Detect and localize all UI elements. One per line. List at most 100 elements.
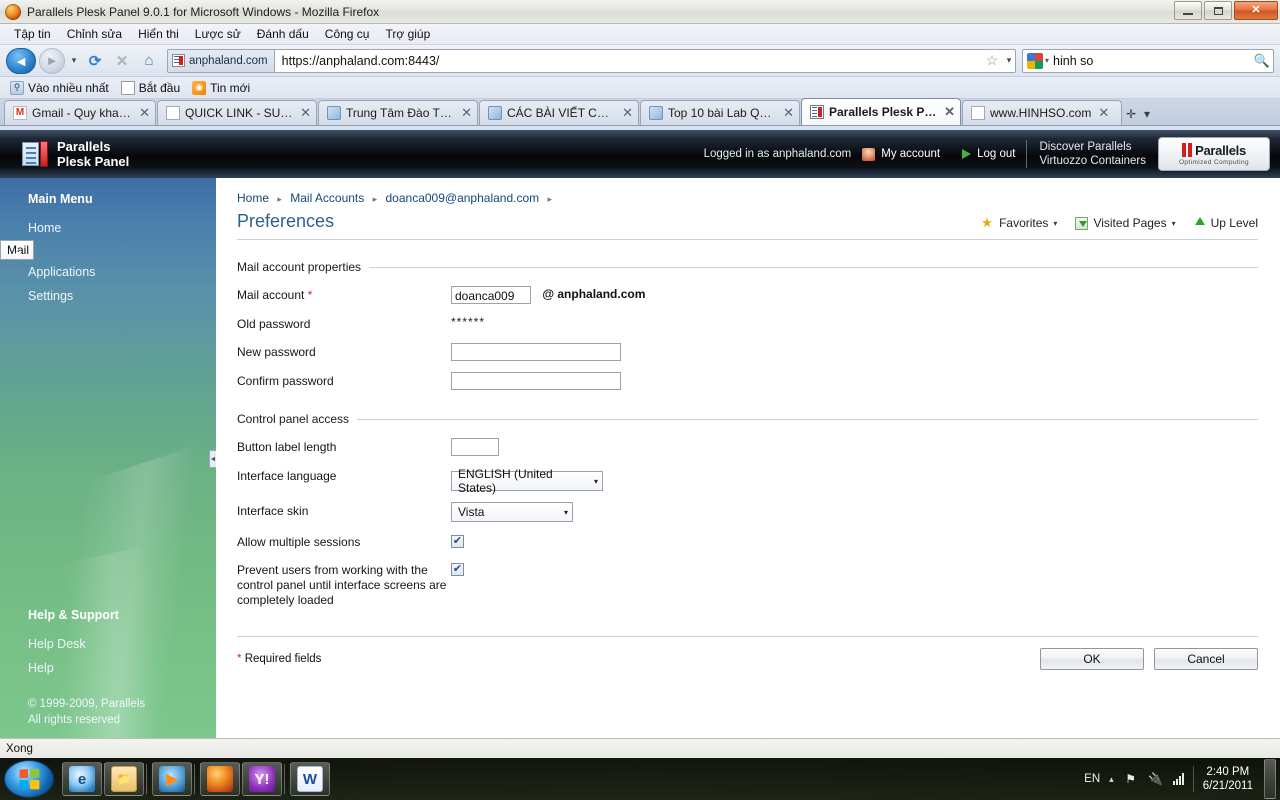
address-bar[interactable]: anphaland.com https://anphaland.com:8443… bbox=[167, 48, 1016, 73]
back-button[interactable]: ◄ bbox=[6, 47, 36, 74]
plesk-logo-icon bbox=[22, 141, 48, 167]
tab-close-icon[interactable]: ✕ bbox=[459, 105, 472, 121]
sidebar-item-applications[interactable]: Applications bbox=[0, 260, 216, 284]
language-indicator[interactable]: EN bbox=[1084, 773, 1100, 785]
tab-list-icon[interactable]: ▾ bbox=[1139, 107, 1155, 121]
signal-bars-icon[interactable] bbox=[1172, 773, 1184, 785]
prevent-users-checkbox[interactable]: ✔ bbox=[451, 563, 464, 576]
maximize-button[interactable] bbox=[1204, 1, 1232, 20]
firefox-logo-icon bbox=[5, 3, 21, 20]
bookmark-getting-started[interactable]: Bắt đầu bbox=[116, 80, 185, 96]
sidebar-item-settings[interactable]: Settings bbox=[0, 284, 216, 308]
interface-language-select[interactable]: ENGLISH (United States) ▾ bbox=[451, 467, 603, 495]
show-desktop-button[interactable] bbox=[1264, 759, 1276, 799]
plesk-icon bbox=[810, 105, 824, 119]
bookmark-most-visited[interactable]: ⚲ Vào nhiều nhất bbox=[5, 80, 114, 96]
tab-parallels-plesk-panel[interactable]: Parallels Plesk Panel... ✕ bbox=[801, 98, 961, 125]
taskbar-windows-explorer[interactable]: 📁 bbox=[104, 762, 144, 796]
up-level-button[interactable]: Up Level bbox=[1194, 216, 1258, 230]
field-prevent-users: Prevent users from working with the cont… bbox=[237, 561, 1258, 608]
chevron-down-icon: ▾ bbox=[593, 476, 598, 486]
power-icon[interactable]: 🔌 bbox=[1148, 771, 1164, 787]
field-mail-account: Mail account * doanca009 @ anphaland.com bbox=[237, 286, 1258, 304]
sidebar-item-help[interactable]: Help bbox=[0, 656, 216, 680]
page-header: Preferences ★ Favorites ▾ Visited Pages … bbox=[237, 211, 1258, 240]
minimize-button[interactable] bbox=[1174, 1, 1202, 20]
blue-page-icon bbox=[327, 106, 341, 120]
breadcrumb-mail-accounts[interactable]: Mail Accounts bbox=[290, 191, 364, 205]
mail-account-input[interactable]: doanca009 bbox=[451, 286, 531, 304]
menu-bookmarks[interactable]: Đánh dấu bbox=[249, 25, 317, 43]
search-input[interactable]: hinh so bbox=[1053, 54, 1251, 68]
home-icon[interactable]: ⌂ bbox=[137, 49, 161, 73]
tab-close-icon[interactable]: ✕ bbox=[942, 104, 955, 120]
breadcrumb-home[interactable]: Home bbox=[237, 191, 269, 205]
visited-pages-button[interactable]: Visited Pages ▾ bbox=[1075, 216, 1176, 230]
new-tab-icon[interactable]: ✛ bbox=[1123, 107, 1139, 121]
sidebar-item-mail[interactable]: Mail bbox=[0, 240, 35, 260]
search-bar[interactable]: ▾ hinh so 🔍 bbox=[1022, 48, 1274, 73]
close-window-button[interactable]: ✕ bbox=[1234, 1, 1278, 20]
ok-button[interactable]: OK bbox=[1040, 648, 1144, 670]
menu-help[interactable]: Trợ giúp bbox=[377, 25, 438, 43]
clock[interactable]: 2:40 PM 6/21/2011 bbox=[1203, 765, 1253, 793]
tab-close-icon[interactable]: ✕ bbox=[137, 105, 150, 121]
tab-cac-bai-viet[interactable]: CÁC BÀI VIẾT CÓ GIÁ... ✕ bbox=[479, 100, 639, 125]
field-interface-language: Interface language ENGLISH (United State… bbox=[237, 467, 1258, 495]
network-error-icon[interactable]: ⚑ bbox=[1123, 771, 1139, 787]
sidebar-collapse-handle[interactable]: ◄ bbox=[209, 450, 216, 468]
tab-close-icon[interactable]: ✕ bbox=[298, 105, 311, 121]
address-dropdown-icon[interactable]: ▾ bbox=[1003, 55, 1015, 66]
menu-view[interactable]: Hiển thi bbox=[130, 25, 187, 43]
up-level-label: Up Level bbox=[1210, 216, 1258, 230]
button-label-length-input[interactable] bbox=[451, 438, 499, 456]
internet-explorer-icon: e bbox=[69, 766, 95, 792]
bookmark-latest-headlines[interactable]: ◉ Tin mới bbox=[187, 80, 255, 96]
search-engine-icon[interactable] bbox=[1027, 52, 1043, 69]
stop-icon[interactable]: ✕ bbox=[110, 49, 134, 73]
menu-file[interactable]: Tập tin bbox=[6, 25, 59, 43]
sidebar-item-help-desk[interactable]: Help Desk bbox=[0, 632, 216, 656]
search-engine-caret-icon[interactable]: ▾ bbox=[1045, 56, 1049, 65]
new-password-input[interactable] bbox=[451, 343, 621, 361]
bookmark-star-icon[interactable]: ☆ bbox=[981, 52, 1003, 69]
tab-gmail[interactable]: M Gmail - Quy khach c... ✕ bbox=[4, 100, 156, 125]
tab-trung-tam[interactable]: Trung Tâm Đào Tạo ... ✕ bbox=[318, 100, 478, 125]
forward-button[interactable]: ► bbox=[39, 47, 65, 74]
plesk-brand[interactable]: Parallels Plesk Panel bbox=[22, 139, 129, 169]
reload-icon[interactable]: ⟳ bbox=[83, 49, 107, 73]
tab-close-icon[interactable]: ✕ bbox=[620, 105, 633, 121]
sidebar-item-label: Home bbox=[28, 221, 62, 235]
taskbar-firefox[interactable] bbox=[200, 762, 240, 796]
taskbar-microsoft-word[interactable]: W bbox=[290, 762, 330, 796]
discover-parallels-link[interactable]: Discover Parallels Virtuozzo Containers bbox=[1027, 140, 1158, 168]
breadcrumb-mail-account[interactable]: doanca009@anphaland.com bbox=[386, 191, 540, 205]
tab-quick-link[interactable]: QUICK LINK - SUPPO... ✕ bbox=[157, 100, 317, 125]
tab-hinhso[interactable]: www.HINHSO.com ✕ bbox=[962, 100, 1122, 125]
cancel-button[interactable]: Cancel bbox=[1154, 648, 1258, 670]
favorites-button[interactable]: ★ Favorites ▾ bbox=[981, 216, 1057, 231]
taskbar-separator bbox=[146, 764, 150, 794]
interface-skin-select[interactable]: Vista ▾ bbox=[451, 502, 573, 522]
taskbar-yahoo-messenger[interactable]: Y! bbox=[242, 762, 282, 796]
show-hidden-icons-icon[interactable]: ▴ bbox=[1109, 774, 1114, 785]
tab-close-icon[interactable]: ✕ bbox=[781, 105, 794, 121]
parallels-badge[interactable]: Parallels Optimized Computing bbox=[1158, 137, 1270, 171]
search-submit-icon[interactable]: 🔍 bbox=[1251, 53, 1273, 69]
menu-tools[interactable]: Công cụ bbox=[317, 25, 378, 43]
tab-top-10-lab[interactable]: Top 10 bài Lab Quản ... ✕ bbox=[640, 100, 800, 125]
taskbar-internet-explorer[interactable]: e bbox=[62, 762, 102, 796]
log-out-link[interactable]: Log out bbox=[951, 148, 1026, 160]
tab-close-icon[interactable]: ✕ bbox=[1096, 105, 1109, 121]
allow-multiple-sessions-checkbox[interactable]: ✔ bbox=[451, 535, 464, 548]
history-dropdown-icon[interactable]: ▾ bbox=[68, 55, 80, 66]
sidebar-item-home[interactable]: Home bbox=[0, 216, 216, 240]
site-identity-chip[interactable]: anphaland.com bbox=[168, 49, 275, 72]
confirm-password-input[interactable] bbox=[451, 372, 621, 390]
start-button[interactable] bbox=[4, 760, 54, 798]
menu-history[interactable]: Lược sử bbox=[187, 25, 249, 43]
taskbar-windows-media-player[interactable]: ▶ bbox=[152, 762, 192, 796]
sidebar-main-menu-title: Main Menu bbox=[28, 192, 93, 206]
menu-edit[interactable]: Chỉnh sửa bbox=[59, 25, 130, 43]
my-account-link[interactable]: My account bbox=[851, 147, 951, 161]
